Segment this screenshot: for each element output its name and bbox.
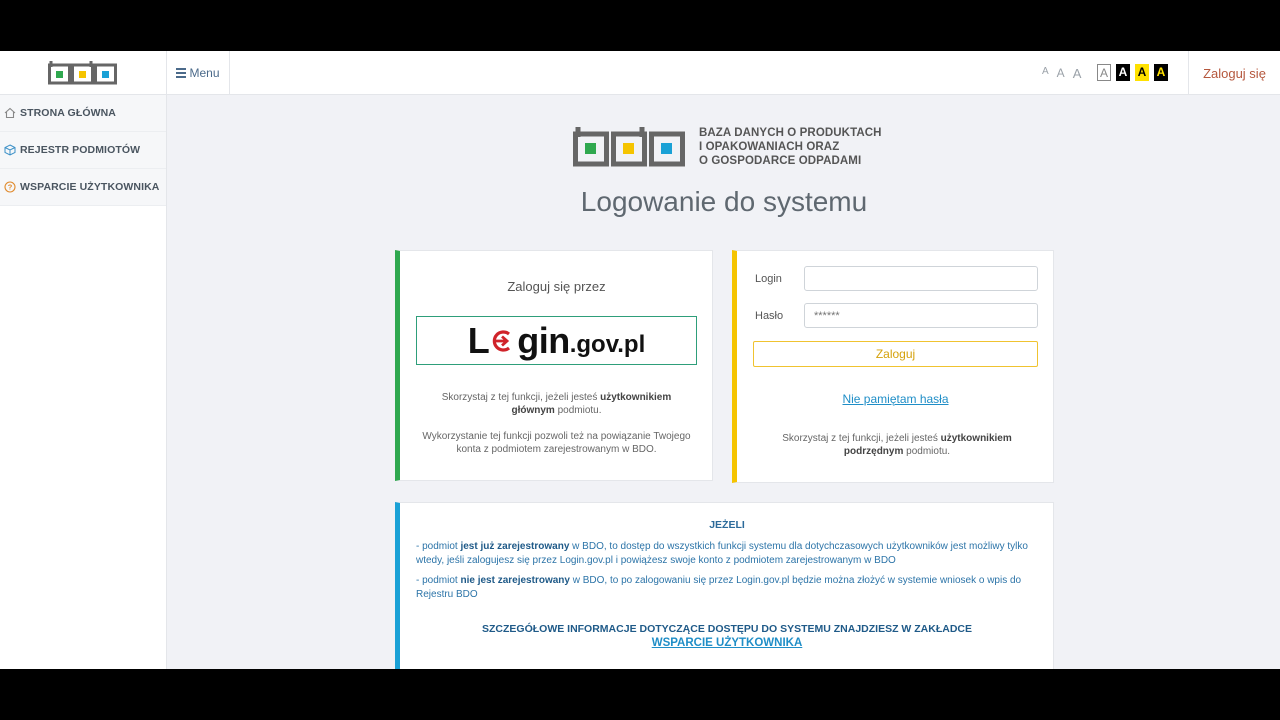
font-size-controls: A A A (1042, 66, 1081, 81)
info-line-registered: - podmiot jest już zarejestrowany w BDO,… (416, 540, 1040, 567)
brand-line: I OPAKOWANIACH ORAZ (699, 141, 840, 153)
support-link[interactable]: WSPARCIE UŻYTKOWNIKA (400, 637, 1054, 649)
contrast-yellow-black[interactable]: A (1135, 64, 1149, 81)
bdo-logo[interactable] (0, 51, 167, 95)
login-gov-note-main: Skorzystaj z tej funkcji, jeżeli jesteś … (430, 391, 683, 417)
note-text: Skorzystaj z tej funkcji, jeżeli jesteś (441, 392, 601, 403)
sidebar-item-support[interactable]: ? WSPARCIE UŻYTKOWNIKA (0, 169, 166, 206)
sidebar-item-home[interactable]: STRONA GŁÓWNA (0, 95, 166, 132)
login-gov-button[interactable]: L gin .gov.pl (416, 316, 697, 365)
menu-label: Menu (189, 66, 220, 80)
hamburger-icon (176, 66, 187, 80)
letterbox-top (0, 0, 1280, 51)
page-title: Logowanie do systemu (580, 186, 868, 217)
contrast-controls: A A A A (1097, 64, 1168, 81)
login-gov-suffix: .gov.pl (569, 330, 646, 358)
forgot-password-link[interactable]: Nie pamiętam hasła (737, 392, 1054, 406)
font-size-small[interactable]: A (1042, 66, 1049, 81)
brand-header: BAZA DANYCH O PRODUKTACH I OPAKOWANIACH … (573, 126, 882, 168)
note-text: podmiotu. (554, 405, 602, 416)
help-icon: ? (4, 181, 16, 193)
brand-line: BAZA DANYCH O PRODUKTACH (699, 127, 882, 139)
info-title: JEŻELI (709, 519, 745, 531)
top-bar: Menu A A A A A A A Zaloguj się (0, 51, 1280, 95)
cube-icon (4, 144, 16, 156)
login-input[interactable] (804, 266, 1038, 291)
info-bold: jest już zarejestrowany (460, 541, 570, 552)
login-gov-logo: L gin (468, 320, 570, 362)
logo-letters: gin (517, 319, 570, 361)
login-gov-heading: Zaloguj się przez (507, 279, 606, 294)
sidebar: STRONA GŁÓWNA REJESTR PODMIOTÓW ? WSPARC… (0, 95, 167, 669)
sidebar-item-label: WSPARCIE UŻYTKOWNIKA (20, 181, 160, 193)
info-footer: SZCZEGÓŁOWE INFORMACJE DOTYCZĄCE DOSTĘPU… (481, 623, 972, 635)
info-text: - podmiot (416, 541, 461, 552)
password-input[interactable] (804, 303, 1038, 328)
login-form-card: Login Hasło Zaloguj Nie pamiętam hasła S… (732, 250, 1054, 483)
login-gov-card: Zaloguj się przez L gin .gov.pl Skorzyst… (395, 250, 713, 481)
info-bold: nie jest zarejestrowany (460, 575, 570, 586)
login-form-note: Skorzystaj z tej funkcji, jeżeli jesteś … (767, 432, 1027, 458)
login-field-label: Login (755, 273, 782, 285)
menu-button[interactable]: Menu (167, 51, 230, 95)
bdo-logo-icon (48, 61, 117, 85)
sidebar-item-label: REJESTR PODMIOTÓW (20, 144, 141, 156)
info-text: - podmiot (416, 575, 461, 586)
app-window: Menu A A A A A A A Zaloguj się STRONA GŁ… (0, 51, 1280, 669)
contrast-black-white[interactable]: A (1116, 64, 1130, 81)
home-icon (4, 107, 16, 119)
login-arrow-icon (493, 329, 511, 352)
contrast-default[interactable]: A (1097, 64, 1111, 81)
header-login-link[interactable]: Zaloguj się (1188, 51, 1280, 95)
sidebar-item-registry[interactable]: REJESTR PODMIOTÓW (0, 132, 166, 169)
password-field-label: Hasło (755, 310, 784, 322)
letterbox-bottom (0, 669, 1280, 720)
info-card: JEŻELI - podmiot jest już zarejestrowany… (395, 502, 1054, 669)
svg-text:?: ? (8, 183, 13, 192)
bdo-brand-logo-icon (573, 127, 685, 167)
sidebar-item-label: STRONA GŁÓWNA (20, 107, 116, 119)
logo-letter: L (467, 319, 490, 361)
font-size-medium[interactable]: A (1057, 66, 1065, 81)
contrast-black-yellow[interactable]: A (1154, 64, 1168, 81)
note-text: Skorzystaj z tej funkcji, jeżeli jesteś (782, 433, 941, 444)
info-line-unregistered: - podmiot nie jest zarejestrowany w BDO,… (416, 574, 1040, 601)
note-text: podmiotu. (903, 446, 951, 457)
brand-text: BAZA DANYCH O PRODUKTACH I OPAKOWANIACH … (699, 126, 882, 168)
login-submit-button[interactable]: Zaloguj (753, 341, 1038, 367)
login-gov-note-link: Wykorzystanie tej funkcji pozwoli też na… (422, 431, 691, 455)
brand-line: O GOSPODARCE ODPADAMI (699, 155, 862, 167)
font-size-large[interactable]: A (1073, 66, 1082, 81)
